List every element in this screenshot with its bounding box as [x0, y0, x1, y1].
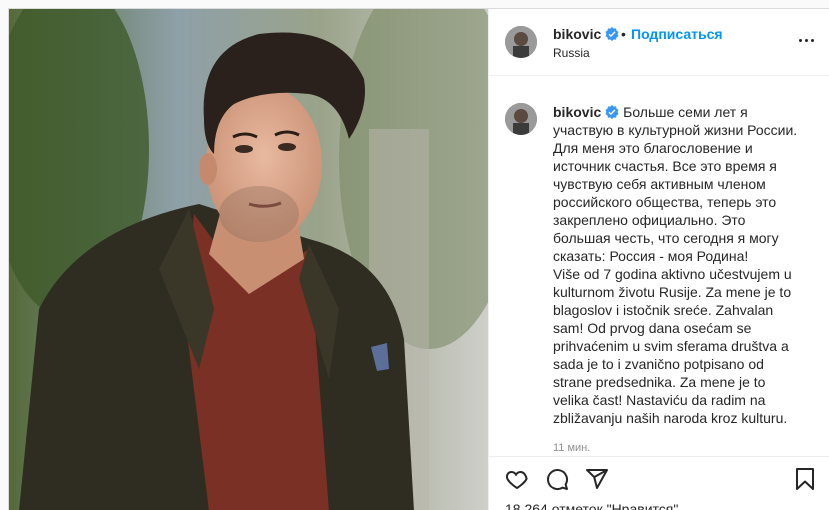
bookmark-icon[interactable]: [793, 467, 817, 491]
post-sidebar: bikovic • Подписаться Russia bikovic Бол…: [488, 9, 829, 510]
post-header: bikovic • Подписаться Russia: [489, 9, 829, 76]
post-container: bikovic • Подписаться Russia bikovic Бол…: [8, 8, 829, 510]
location-link[interactable]: Russia: [553, 46, 590, 60]
follow-button[interactable]: Подписаться: [631, 26, 723, 42]
comments-area: bikovic Больше семи лет я участвую в кул…: [489, 76, 829, 456]
likes-count[interactable]: 18 264 отметок "Нравится": [505, 501, 678, 510]
caption-username[interactable]: bikovic: [553, 104, 601, 120]
username-text[interactable]: bikovic: [553, 26, 601, 42]
more-options-icon[interactable]: [799, 36, 815, 46]
caption-text: Больше семи лет я участвую в культурной …: [553, 104, 798, 426]
post-timestamp[interactable]: 11 мин.: [553, 442, 590, 454]
paper-plane-icon[interactable]: [585, 467, 609, 491]
avatar[interactable]: [505, 26, 537, 58]
verified-badge-icon: [605, 105, 619, 119]
comment-icon[interactable]: [545, 467, 569, 491]
verified-badge-icon: [605, 27, 619, 41]
heart-icon[interactable]: [505, 467, 529, 491]
separator-dot: •: [621, 26, 626, 42]
caption-avatar[interactable]: [505, 103, 537, 135]
post-photo[interactable]: [9, 9, 488, 510]
action-bar: 18 264 отметок "Нравится": [489, 456, 829, 510]
post-caption: bikovic Больше семи лет я участвую в кул…: [553, 103, 803, 427]
header-username[interactable]: bikovic: [553, 26, 619, 42]
